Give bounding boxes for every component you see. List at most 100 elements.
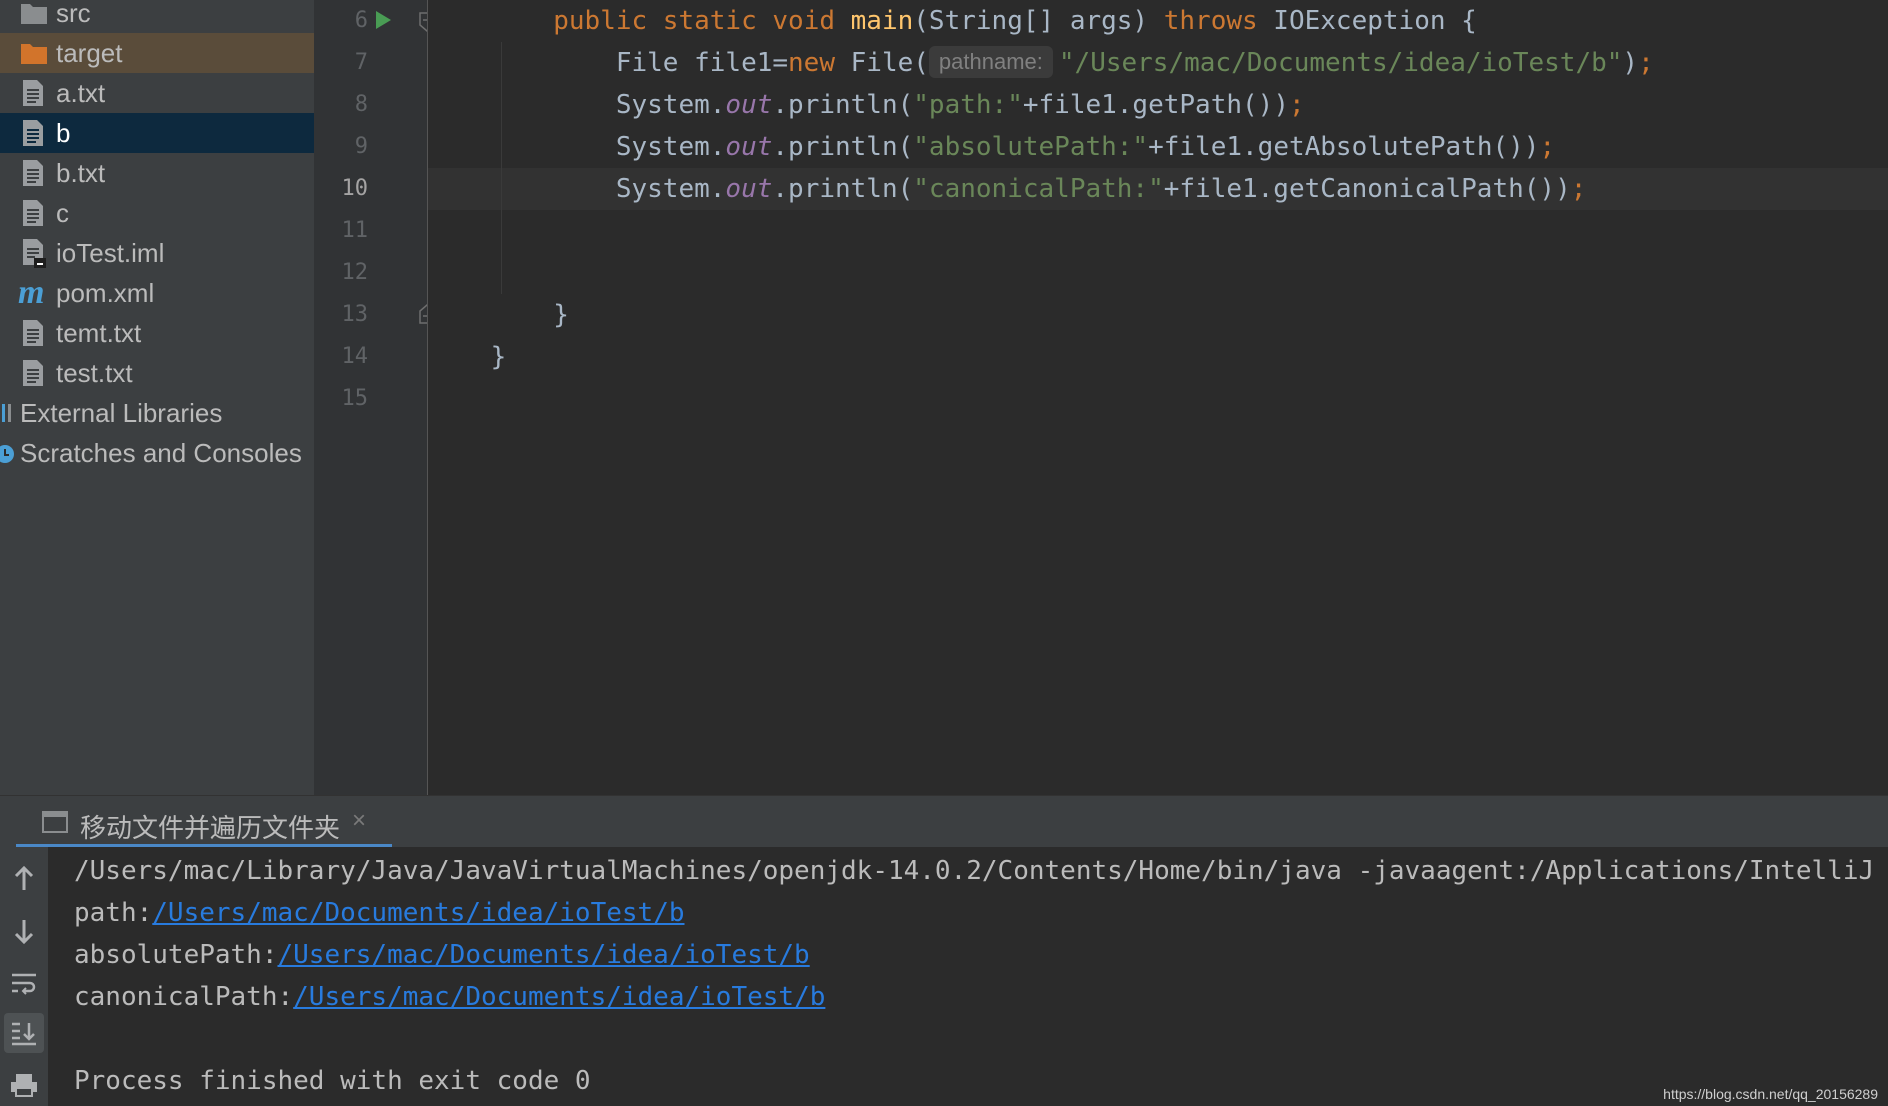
- soft-wrap-button[interactable]: [4, 963, 44, 1003]
- token-semicolon: ;: [1570, 174, 1587, 204]
- token-plain: File file1=: [615, 48, 789, 78]
- line-number-current: 10: [341, 176, 369, 201]
- line-number: 14: [341, 344, 369, 369]
- code-line-8: System.out.println("path:"+file1.getPath…: [428, 84, 1888, 126]
- tree-item-label: target: [56, 37, 123, 68]
- token-string: "path:": [913, 90, 1023, 120]
- tree-item-label: a.txt: [56, 77, 106, 108]
- close-tab-icon[interactable]: ×: [352, 807, 366, 835]
- token-keyword: throws: [1163, 6, 1258, 36]
- console-output[interactable]: /Users/mac/Library/Java/JavaVirtualMachi…: [0, 847, 1888, 1106]
- tree-item-label: External Libraries: [20, 397, 223, 428]
- console-exit-line: Process finished with exit code 0: [74, 1066, 591, 1096]
- token-plain: }: [490, 342, 507, 372]
- tree-item-label: src: [56, 0, 91, 28]
- tree-item-label: b.txt: [56, 157, 106, 188]
- token-plain: ): [1622, 48, 1639, 78]
- tree-item-c[interactable]: c: [0, 193, 314, 233]
- tree-item-b[interactable]: b: [0, 113, 314, 153]
- console-toolbar: [0, 847, 48, 1106]
- tree-item-label: pom.xml: [56, 277, 155, 308]
- soft-wrap-icon: [12, 973, 36, 995]
- run-tool-window-header: 移动文件并遍历文件夹 ×: [0, 795, 1888, 848]
- tree-item-test-txt[interactable]: test.txt: [0, 353, 314, 393]
- code-line-10: System.out.println("canonicalPath:"+file…: [428, 168, 1888, 210]
- code-line-9: System.out.println("absolutePath:"+file1…: [428, 126, 1888, 168]
- scroll-up-button[interactable]: [4, 859, 44, 899]
- token-string: "/Users/mac/Documents/idea/ioTest/b": [1058, 48, 1623, 78]
- print-button[interactable]: [4, 1065, 44, 1105]
- tab-run-config[interactable]: 移动文件并遍历文件夹 ×: [16, 796, 392, 848]
- tree-item-label: ioTest.iml: [56, 237, 165, 268]
- token-keyword: new: [788, 48, 835, 78]
- parameter-hint: pathname:: [928, 45, 1053, 78]
- console-line-canonical: canonicalPath:/Users/mac/Documents/idea/…: [74, 976, 825, 1018]
- path-link[interactable]: /Users/mac/Documents/idea/ioTest/b: [152, 898, 684, 928]
- tree-item-temt-txt[interactable]: temt.txt: [0, 313, 314, 353]
- token-function: main: [850, 6, 914, 36]
- token-semicolon: ;: [1638, 48, 1654, 78]
- token-semicolon: ;: [1288, 90, 1305, 120]
- tab-title: 移动文件并遍历文件夹: [80, 813, 341, 843]
- token-string: "canonicalPath:": [913, 174, 1164, 204]
- absolute-path-link[interactable]: /Users/mac/Documents/idea/ioTest/b: [278, 940, 810, 970]
- line-number: 7: [354, 50, 368, 75]
- tree-item-src[interactable]: src: [0, 0, 314, 33]
- text-file-icon: [22, 79, 44, 107]
- token-plain: System.: [615, 174, 726, 204]
- token-plain: +file1.getAbsolutePath()): [1148, 132, 1540, 162]
- token-keyword: public static void: [553, 6, 851, 36]
- print-icon: [11, 1074, 37, 1097]
- token-plain: +file1.getPath()): [1022, 90, 1289, 120]
- code-line-13: }: [428, 294, 1888, 336]
- tree-item-target[interactable]: target: [0, 33, 314, 73]
- tree-item-a-txt[interactable]: a.txt: [0, 73, 314, 113]
- output-label: absolutePath:: [74, 940, 278, 970]
- console-line-absolute: absolutePath:/Users/mac/Documents/idea/i…: [74, 934, 810, 976]
- arrow-up-icon: [14, 866, 34, 890]
- tree-item-external-libraries[interactable]: External Libraries: [0, 393, 314, 433]
- tree-item-label: b: [56, 117, 71, 148]
- code-line-14: }: [428, 336, 1888, 378]
- text-file-icon: [22, 319, 44, 347]
- line-number: 9: [354, 134, 368, 159]
- libraries-icon: [2, 401, 14, 425]
- folder-icon: [20, 1, 48, 25]
- editor-gutter: 6 7 8 9 10 11 12 13 14 15: [314, 0, 435, 795]
- tree-item-label: test.txt: [56, 357, 133, 388]
- token-string: "absolutePath:": [913, 132, 1149, 162]
- tree-item-label: temt.txt: [56, 317, 142, 348]
- token-plain: (String[] args): [913, 6, 1164, 36]
- tree-item-iotest-iml[interactable]: ioTest.iml: [0, 233, 314, 273]
- token-plain: File(: [835, 48, 929, 78]
- line-number: 15: [341, 386, 369, 411]
- output-label: path:: [74, 898, 153, 928]
- token-plain: IOException {: [1257, 6, 1477, 36]
- console-command-line: /Users/mac/Library/Java/JavaVirtualMachi…: [74, 856, 1875, 886]
- token-plain: .println(: [772, 90, 914, 120]
- token-plain: System.: [615, 90, 726, 120]
- text-file-icon: [22, 199, 44, 227]
- text-file-icon: [22, 359, 44, 387]
- tree-item-scratches[interactable]: Scratches and Consoles: [0, 433, 314, 473]
- text-file-icon: [22, 159, 44, 187]
- arrow-down-icon: [14, 920, 34, 944]
- token-semicolon: ;: [1539, 132, 1556, 162]
- code-editor[interactable]: public static void main(String[] args) t…: [428, 0, 1888, 795]
- token-plain: System.: [615, 132, 726, 162]
- tree-item-label: c: [56, 197, 69, 228]
- code-line-7: File file1=new File(pathname: "/Users/mac…: [428, 42, 1888, 84]
- line-number: 11: [341, 218, 369, 243]
- run-gutter-icon[interactable]: [374, 10, 392, 35]
- scroll-to-end-button[interactable]: [4, 1013, 44, 1053]
- tree-item-pom-xml[interactable]: m pom.xml: [0, 273, 314, 313]
- folder-orange-icon: [20, 41, 48, 65]
- console-icon: [42, 810, 68, 839]
- canonical-path-link[interactable]: /Users/mac/Documents/idea/ioTest/b: [293, 982, 825, 1012]
- project-tree: src target a.txt b b.txt c ioTest.iml m …: [0, 0, 314, 795]
- tree-item-b-txt[interactable]: b.txt: [0, 153, 314, 193]
- token-static-field: out: [725, 90, 773, 120]
- scroll-down-button[interactable]: [4, 911, 44, 951]
- token-plain: .println(: [772, 174, 914, 204]
- iml-file-icon: [22, 238, 48, 268]
